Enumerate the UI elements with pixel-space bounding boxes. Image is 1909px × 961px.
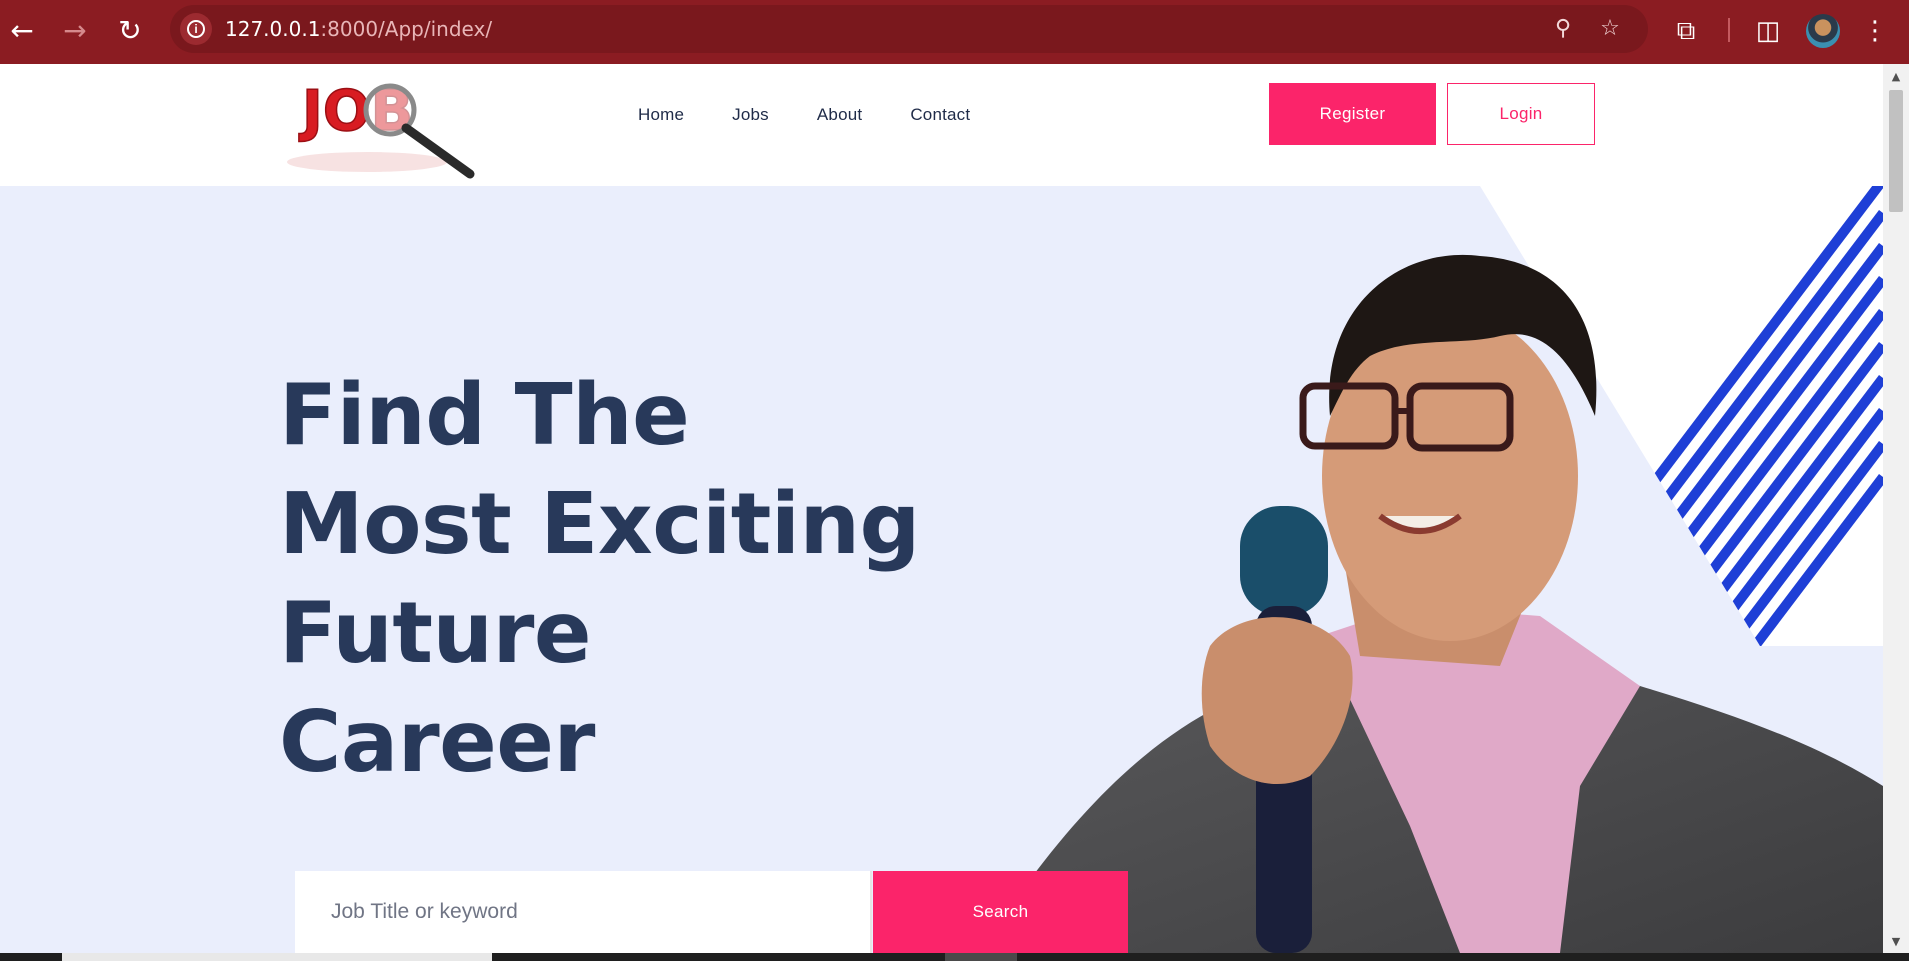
register-button[interactable]: Register (1269, 83, 1436, 145)
extensions-puzzle-icon[interactable]: ⧉ (1669, 14, 1703, 48)
reload-icon[interactable]: ↻ (110, 10, 150, 50)
hero-title-line: Career (279, 693, 595, 792)
search-button[interactable]: Search (873, 871, 1128, 953)
taskbar-item[interactable] (945, 953, 1017, 961)
search-field-wrapper (295, 871, 872, 953)
nav-link-contact[interactable]: Contact (910, 105, 970, 125)
toolbar-divider (1728, 18, 1730, 42)
taskbar-strip (0, 953, 1909, 961)
zoom-icon[interactable]: ⚲ (1549, 15, 1577, 43)
login-button[interactable]: Login (1447, 83, 1595, 145)
job-search-form: Search (278, 871, 1128, 953)
hero-title-line: Find The (279, 366, 690, 465)
nav-link-jobs[interactable]: Jobs (732, 105, 769, 125)
hero-title-line: Most Exciting (279, 475, 920, 574)
job-keyword-input[interactable] (295, 871, 850, 953)
nav-link-about[interactable]: About (817, 105, 862, 125)
bookmark-star-icon[interactable]: ☆ (1596, 15, 1624, 43)
side-panel-icon[interactable]: ◫ (1751, 14, 1785, 48)
hero-person-image (980, 186, 1883, 953)
browser-toolbar: ← → ↻ i 127.0.0.1:8000/App/index/ ⚲ ☆ ⧉ … (0, 0, 1909, 64)
site-info-icon[interactable]: i (180, 13, 212, 45)
page-scrollbar[interactable]: ▲ ▼ (1883, 64, 1909, 953)
kebab-menu-icon[interactable]: ⋮ (1858, 14, 1892, 48)
taskbar-item[interactable] (62, 953, 492, 961)
scroll-up-arrow-icon[interactable]: ▲ (1890, 70, 1902, 83)
hero-section: Find The Most Exciting Future Career Sea… (0, 186, 1883, 953)
page-viewport: JOB Home Jobs About Contact Register Log… (0, 64, 1883, 953)
nav-link-home[interactable]: Home (638, 105, 684, 125)
hero-title-line: Future (279, 584, 592, 683)
profile-avatar[interactable] (1806, 14, 1840, 48)
url-host: 127.0.0.1 (225, 17, 321, 41)
site-header: JOB Home Jobs About Contact Register Log… (0, 64, 1883, 186)
scroll-down-arrow-icon[interactable]: ▼ (1890, 935, 1902, 948)
site-logo[interactable]: JOB (272, 72, 507, 184)
url-path: :8000/App/index/ (320, 17, 493, 41)
address-bar[interactable]: i 127.0.0.1:8000/App/index/ ⚲ ☆ (170, 5, 1648, 53)
url-text[interactable]: 127.0.0.1:8000/App/index/ (225, 5, 492, 53)
main-nav: Home Jobs About Contact (638, 105, 1018, 125)
forward-arrow-icon[interactable]: → (55, 10, 95, 50)
back-arrow-icon[interactable]: ← (2, 10, 42, 50)
scrollbar-thumb[interactable] (1889, 90, 1903, 212)
hero-title: Find The Most Exciting Future Career (279, 361, 979, 797)
